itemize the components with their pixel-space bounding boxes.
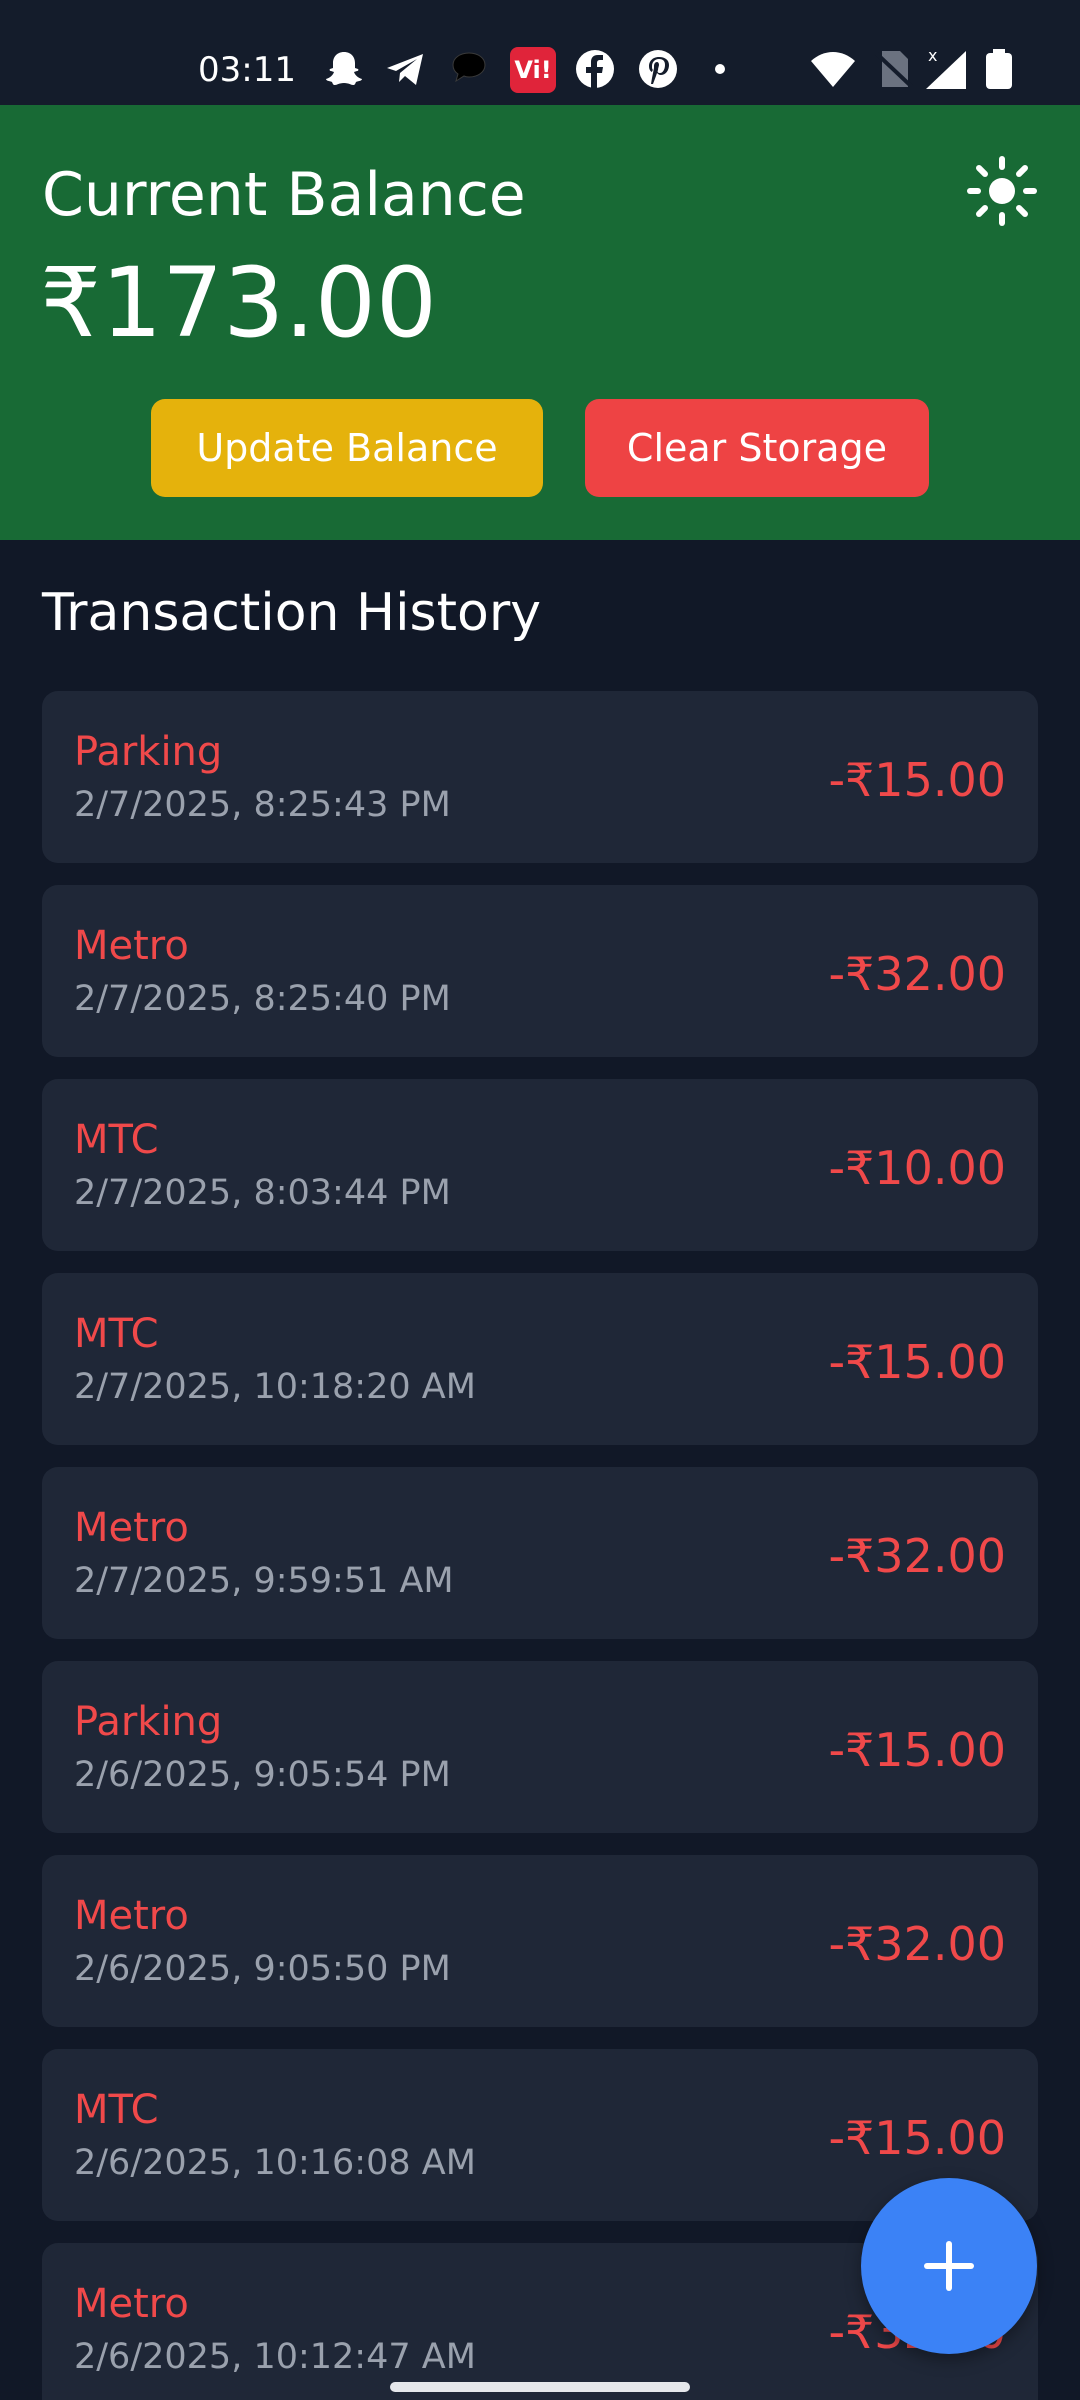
transaction-amount: -₹15.00 — [828, 1723, 1006, 1777]
status-bar: 03:11 Vi! x — [0, 0, 1080, 105]
svg-text:x: x — [928, 47, 937, 65]
transaction-date: 2/6/2025, 10:16:08 AM — [74, 2143, 476, 2183]
transaction-name: MTC — [74, 2087, 159, 2133]
battery-icon — [986, 49, 1012, 89]
transaction-amount: -₹10.00 — [828, 1141, 1006, 1195]
signal-icon: x — [926, 47, 966, 89]
transaction-name: Parking — [74, 729, 223, 775]
transaction-card[interactable]: Metro 2/6/2025, 9:05:50 PM -₹32.00 — [42, 1855, 1038, 2027]
transaction-card[interactable]: MTC 2/7/2025, 8:03:44 PM -₹10.00 — [42, 1079, 1038, 1251]
clear-storage-button[interactable]: Clear Storage — [585, 399, 929, 497]
transaction-date: 2/7/2025, 8:03:44 PM — [74, 1173, 451, 1213]
facebook-icon — [576, 50, 614, 88]
transaction-card[interactable]: Metro 2/7/2025, 8:25:40 PM -₹32.00 — [42, 885, 1038, 1057]
add-transaction-button[interactable] — [861, 2178, 1037, 2354]
transaction-name: Metro — [74, 1505, 189, 1551]
transaction-date: 2/7/2025, 9:59:51 AM — [74, 1561, 454, 1601]
transaction-name: Metro — [74, 923, 189, 969]
transaction-date: 2/6/2025, 9:05:54 PM — [74, 1755, 451, 1795]
balance-amount: ₹173.00 — [40, 247, 437, 359]
update-balance-button[interactable]: Update Balance — [151, 399, 543, 497]
transaction-amount: -₹32.00 — [828, 1917, 1006, 1971]
vi-icon: Vi! — [510, 47, 556, 93]
transaction-name: Parking — [74, 1699, 223, 1745]
plus-icon — [924, 2241, 974, 2291]
transaction-date: 2/7/2025, 10:18:20 AM — [74, 1367, 476, 1407]
transaction-name: Metro — [74, 2281, 189, 2327]
pinterest-icon — [639, 50, 677, 88]
balance-header: Current Balance ₹173.00 Update Balance C… — [0, 105, 1080, 540]
transaction-history-title: Transaction History — [42, 583, 542, 643]
balance-title: Current Balance — [42, 160, 526, 230]
telegram-icon — [387, 54, 423, 85]
transaction-card[interactable]: MTC 2/7/2025, 10:18:20 AM -₹15.00 — [42, 1273, 1038, 1445]
snapchat-icon — [326, 52, 362, 85]
threads-icon — [452, 52, 486, 83]
transaction-amount: -₹15.00 — [828, 1335, 1006, 1389]
transaction-amount: -₹32.00 — [828, 947, 1006, 1001]
transaction-amount: -₹32.00 — [828, 1529, 1006, 1583]
transaction-name: MTC — [74, 1117, 159, 1163]
transaction-date: 2/7/2025, 8:25:43 PM — [74, 785, 451, 825]
transaction-date: 2/6/2025, 10:12:47 AM — [74, 2337, 476, 2377]
transaction-card[interactable]: Parking 2/6/2025, 9:05:54 PM -₹15.00 — [42, 1661, 1038, 1833]
transaction-date: 2/7/2025, 8:25:40 PM — [74, 979, 451, 1019]
transaction-name: Metro — [74, 1893, 189, 1939]
status-time: 03:11 — [198, 50, 296, 90]
transaction-date: 2/6/2025, 9:05:50 PM — [74, 1949, 451, 1989]
wifi-icon — [811, 52, 855, 87]
vi-icon-label: Vi! — [514, 56, 552, 84]
no-sim-icon — [874, 51, 914, 89]
transaction-amount: -₹15.00 — [828, 753, 1006, 807]
transaction-name: MTC — [74, 1311, 159, 1357]
transaction-card[interactable]: Parking 2/7/2025, 8:25:43 PM -₹15.00 — [42, 691, 1038, 863]
transaction-card[interactable]: Metro 2/7/2025, 9:59:51 AM -₹32.00 — [42, 1467, 1038, 1639]
transaction-amount: -₹15.00 — [828, 2111, 1006, 2165]
dot-icon — [715, 64, 725, 74]
home-indicator[interactable] — [390, 2382, 690, 2392]
sun-icon[interactable] — [966, 155, 1038, 227]
